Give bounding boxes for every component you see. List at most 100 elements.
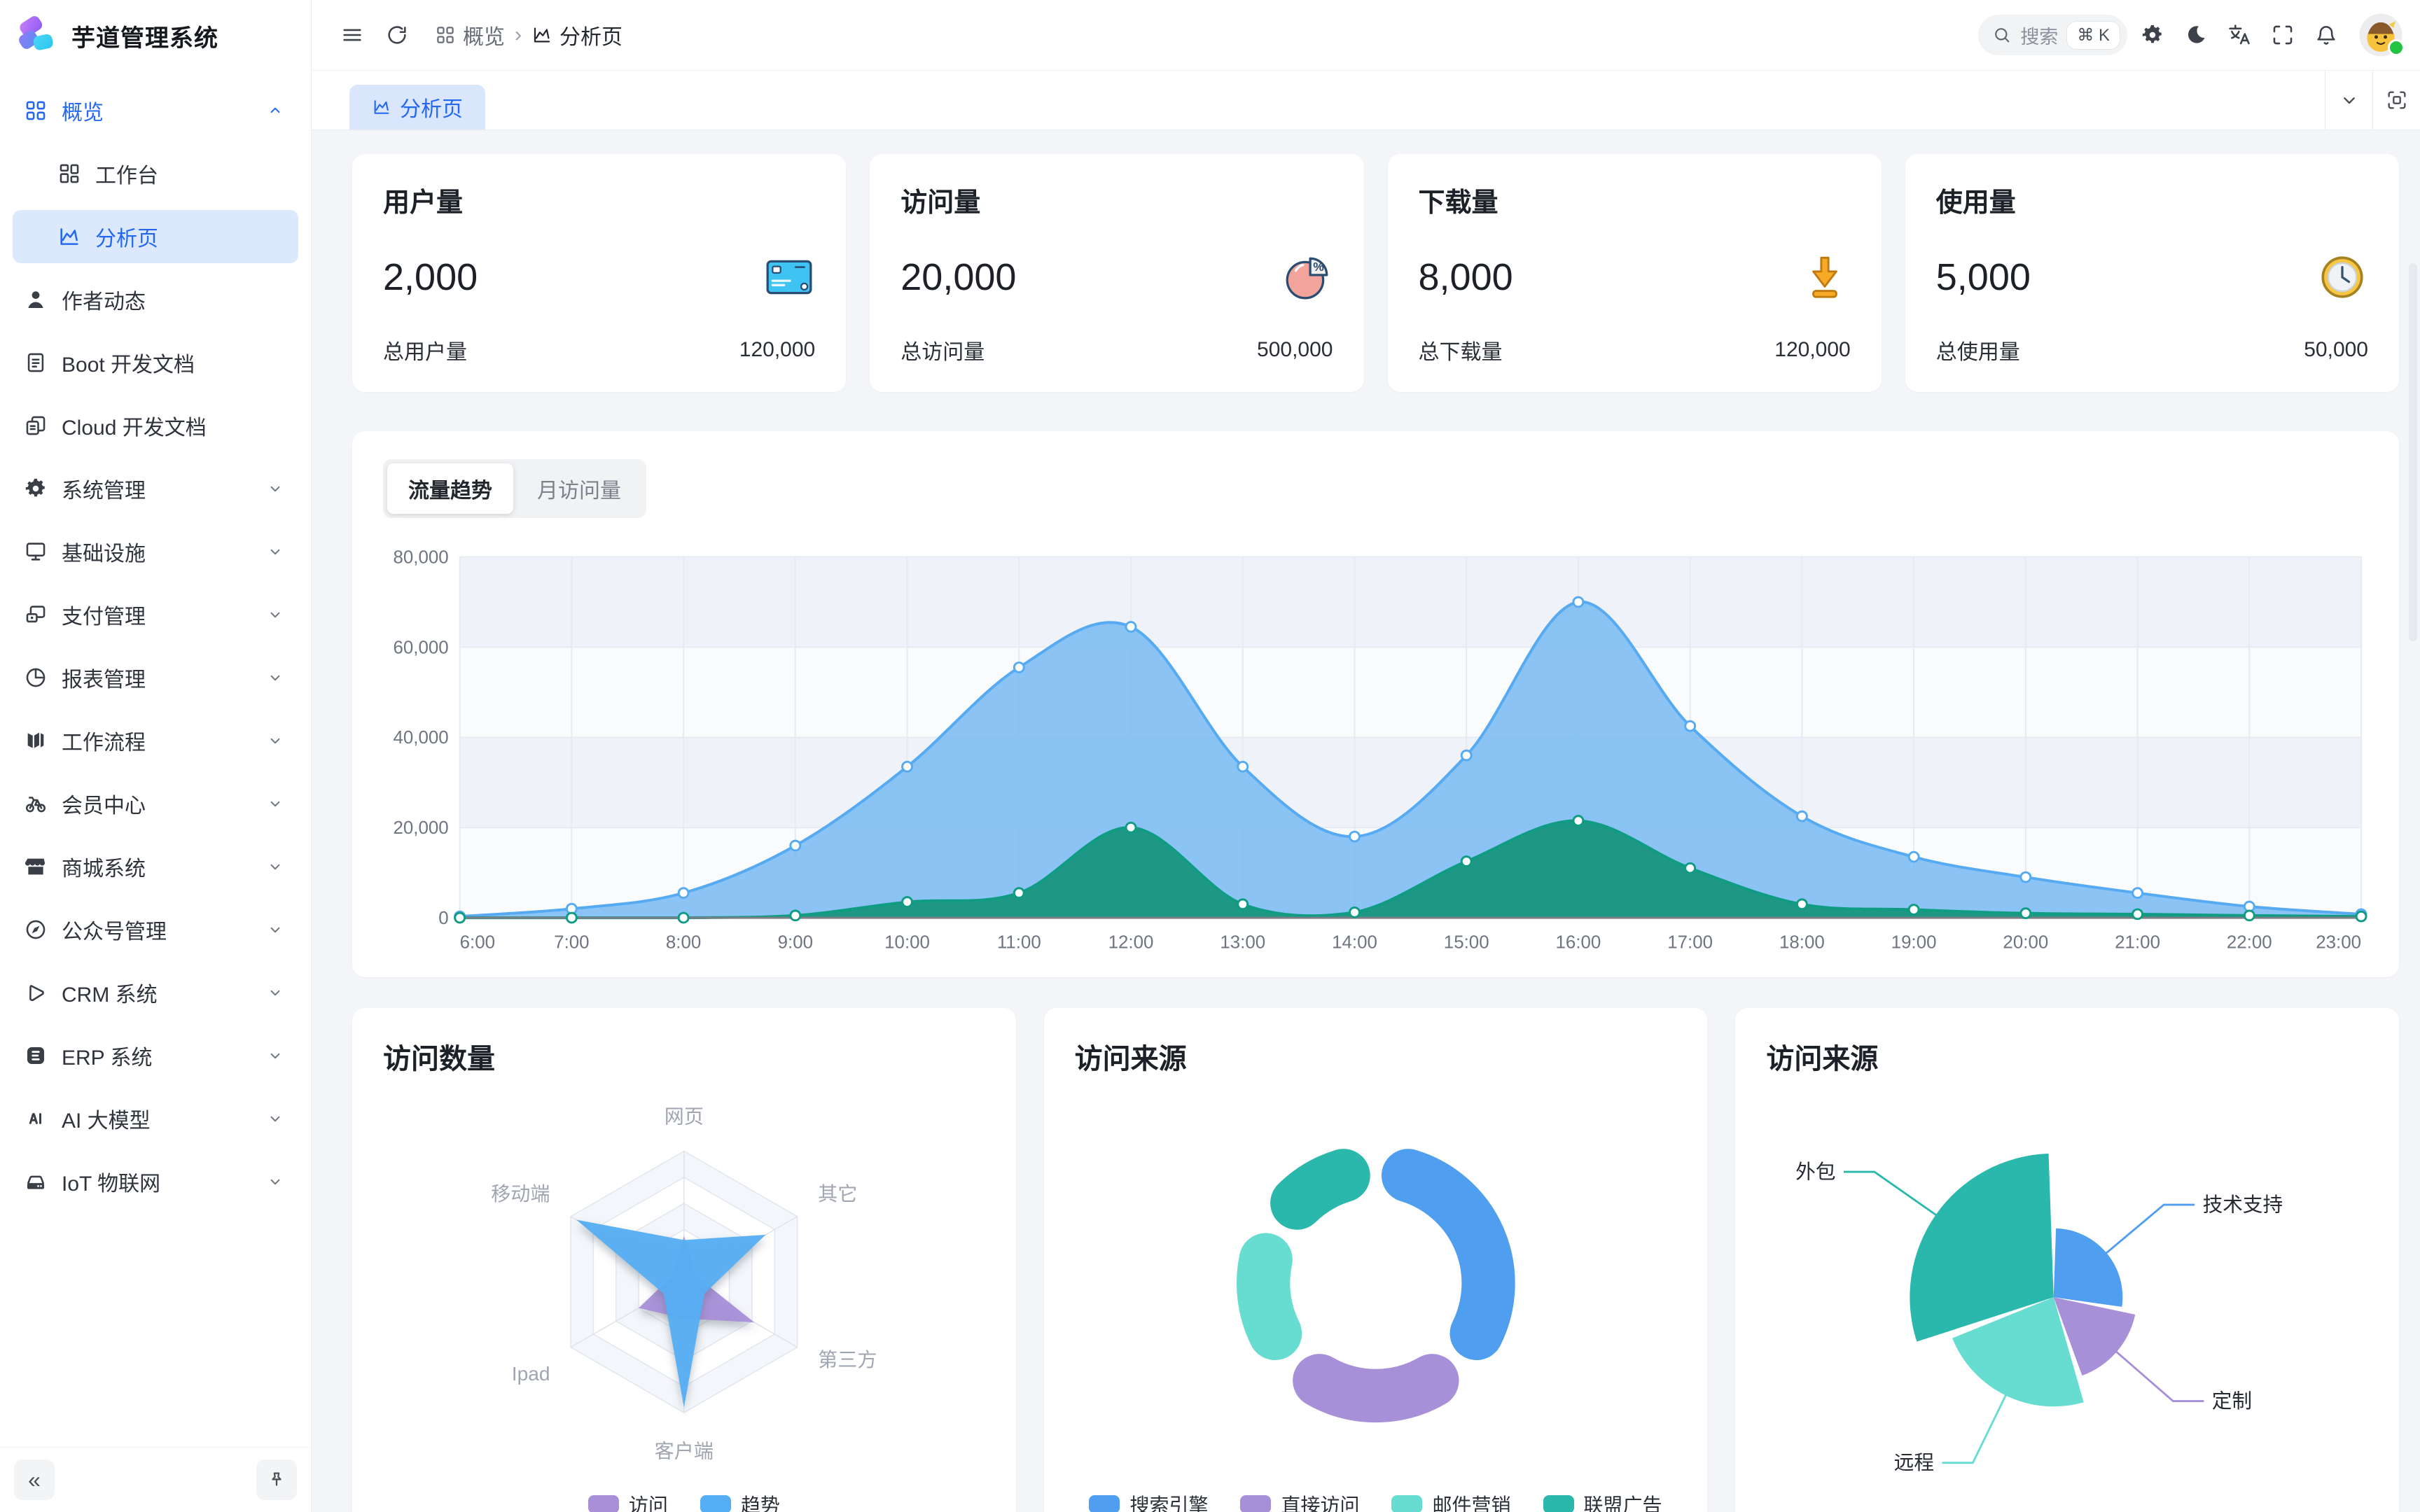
sidebar-item-label: 作者动态 bbox=[62, 284, 146, 315]
chart-icon bbox=[57, 225, 81, 248]
legend-item-邮件营销[interactable]: 邮件营销 bbox=[1391, 1490, 1510, 1512]
settings-button[interactable] bbox=[2133, 15, 2172, 55]
sidebar-item-erp-系统[interactable]: ERP 系统 bbox=[13, 1029, 298, 1082]
chart-tab-流量趋势[interactable]: 流量趋势 bbox=[387, 463, 513, 514]
fullscreen-button[interactable] bbox=[2263, 15, 2302, 55]
notifications-button[interactable] bbox=[2307, 15, 2346, 55]
legend-item-访问[interactable]: 访问 bbox=[588, 1490, 668, 1512]
sidebar-item-商城系统[interactable]: 商城系统 bbox=[13, 840, 298, 893]
report-icon bbox=[24, 666, 48, 690]
sidebar-item-iot-物联网[interactable]: IoT 物联网 bbox=[13, 1155, 298, 1208]
search-icon bbox=[1992, 25, 2012, 45]
svg-text:16:00: 16:00 bbox=[1556, 933, 1601, 953]
svg-text:技术支持: 技术支持 bbox=[2203, 1194, 2283, 1217]
sidebar-item-报表管理[interactable]: 报表管理 bbox=[13, 651, 298, 704]
tab-analysis-page[interactable]: 分析页 bbox=[349, 85, 485, 130]
sidebar-item-crm-系统[interactable]: CRM 系统 bbox=[13, 966, 298, 1019]
stat-title: 下载量 bbox=[1419, 181, 1851, 219]
svg-text:6:00: 6:00 bbox=[460, 933, 495, 953]
chart-icon bbox=[531, 24, 552, 46]
sidebar-item-工作流程[interactable]: 工作流程 bbox=[13, 714, 298, 767]
chevron-down-icon bbox=[263, 732, 287, 750]
sidebar-item-概览[interactable]: 概览 bbox=[13, 84, 298, 137]
sidebar-item-系统管理[interactable]: 系统管理 bbox=[13, 462, 298, 515]
grid-icon bbox=[435, 24, 456, 46]
chart-tab-月访问量[interactable]: 月访问量 bbox=[516, 463, 642, 514]
language-button[interactable] bbox=[2220, 15, 2259, 55]
legend-swatch bbox=[1543, 1495, 1574, 1512]
payment-icon bbox=[24, 603, 48, 626]
shop-icon bbox=[24, 855, 48, 878]
svg-text:7:00: 7:00 bbox=[554, 933, 589, 953]
chevron-down-icon bbox=[263, 668, 287, 687]
stat-footer-label: 总使用量 bbox=[1936, 335, 2020, 365]
content-scrollbar[interactable] bbox=[2409, 263, 2417, 1506]
sidebar-item-支付管理[interactable]: 支付管理 bbox=[13, 588, 298, 641]
svg-text:10:00: 10:00 bbox=[884, 933, 930, 953]
stat-value: 5,000 bbox=[1936, 255, 2031, 299]
sidebar-nav: 概览工作台分析页作者动态 Boot 开发文档 Cloud 开发文档系统管理基础设施支… bbox=[0, 67, 311, 1447]
sidebar-item-label: CRM 系统 bbox=[62, 977, 158, 1008]
sidebar: 芋道管理系统 概览工作台分析页作者动态 Boot 开发文档 Cloud 开发文档系统… bbox=[0, 0, 312, 1512]
sidebar-item-boot-开发文档[interactable]: Boot 开发文档 bbox=[13, 336, 298, 389]
svg-text:20,000: 20,000 bbox=[393, 818, 448, 838]
sidebar-item-工作台[interactable]: 工作台 bbox=[13, 147, 298, 200]
app-logo[interactable]: 芋道管理系统 bbox=[0, 0, 311, 67]
sidebar-item-ai-大模型[interactable]: AI 大模型 bbox=[13, 1092, 298, 1145]
sidebar-item-label: 系统管理 bbox=[62, 473, 146, 504]
breadcrumb-item[interactable]: 分析页 bbox=[531, 20, 623, 50]
crm-icon bbox=[24, 981, 48, 1004]
svg-text:远程: 远程 bbox=[1894, 1452, 1934, 1474]
sidebar-item-分析页[interactable]: 分析页 bbox=[13, 210, 298, 263]
main-area: 概览›分析页 搜索 ⌘ K 分析页 用户量 2,000 总用 bbox=[312, 0, 2420, 1512]
stat-footer-value: 120,000 bbox=[1774, 338, 1850, 362]
sidebar-item-label: 分析页 bbox=[95, 221, 158, 252]
search-input[interactable]: 搜索 ⌘ K bbox=[1978, 15, 2127, 55]
app-title: 芋道管理系统 bbox=[71, 19, 218, 53]
grid-icon bbox=[24, 99, 48, 122]
svg-text:22:00: 22:00 bbox=[2227, 933, 2272, 953]
svg-text:23:00: 23:00 bbox=[2316, 933, 2361, 953]
stat-card-用户量: 用户量 2,000 总用户量120,000 bbox=[352, 154, 846, 392]
breadcrumb-item[interactable]: 概览 bbox=[435, 20, 505, 50]
refresh-icon bbox=[385, 23, 409, 47]
sidebar-item-作者动态[interactable]: 作者动态 bbox=[13, 273, 298, 326]
pin-icon bbox=[266, 1469, 287, 1490]
sidebar-pin-button[interactable] bbox=[256, 1460, 297, 1500]
sidebar-item-会员中心[interactable]: 会员中心 bbox=[13, 777, 298, 830]
svg-text:移动端: 移动端 bbox=[491, 1183, 550, 1205]
tab-label: 分析页 bbox=[400, 92, 463, 122]
sidebar-item-cloud-开发文档[interactable]: Cloud 开发文档 bbox=[13, 399, 298, 452]
legend-item-趋势[interactable]: 趋势 bbox=[700, 1490, 780, 1512]
translate-icon bbox=[2227, 23, 2251, 47]
sidebar-collapse-button[interactable]: « bbox=[14, 1460, 55, 1500]
svg-text:第三方: 第三方 bbox=[818, 1349, 877, 1371]
stat-footer-value: 120,000 bbox=[739, 338, 815, 362]
content-fullscreen-button[interactable] bbox=[2372, 71, 2420, 130]
search-placeholder: 搜索 bbox=[2020, 22, 2058, 49]
sidebar-item-基础设施[interactable]: 基础设施 bbox=[13, 525, 298, 578]
svg-text:21:00: 21:00 bbox=[2115, 933, 2160, 953]
donut-legend: 搜索引擎 直接访问 邮件营销 联盟广告 bbox=[1075, 1490, 1677, 1512]
top-header: 概览›分析页 搜索 ⌘ K bbox=[312, 0, 2420, 71]
svg-text:客户端: 客户端 bbox=[655, 1440, 714, 1462]
svg-text:9:00: 9:00 bbox=[778, 933, 813, 953]
chevron-down-icon bbox=[263, 606, 287, 624]
sidebar-item-公众号管理[interactable]: 公众号管理 bbox=[13, 903, 298, 956]
theme-dark-toggle-button[interactable] bbox=[2176, 15, 2216, 55]
svg-text:80,000: 80,000 bbox=[393, 548, 448, 568]
stat-card-访问量: 访问量 20,000 % 总访问量500,000 bbox=[870, 154, 1363, 392]
sidebar-item-label: 报表管理 bbox=[62, 662, 146, 693]
user-avatar[interactable] bbox=[2358, 13, 2403, 57]
menu-toggle-button[interactable] bbox=[333, 15, 372, 55]
chevron-down-icon bbox=[263, 479, 287, 498]
tabs-dropdown-button[interactable] bbox=[2325, 71, 2372, 130]
sidebar-item-label: 基础设施 bbox=[62, 536, 146, 567]
chevron-down-icon bbox=[263, 1172, 287, 1191]
legend-item-搜索引擎[interactable]: 搜索引擎 bbox=[1089, 1490, 1208, 1512]
refresh-button[interactable] bbox=[377, 15, 417, 55]
legend-item-直接访问[interactable]: 直接访问 bbox=[1240, 1490, 1359, 1512]
gear-icon bbox=[24, 477, 48, 500]
svg-text:17:00: 17:00 bbox=[1667, 933, 1713, 953]
legend-item-联盟广告[interactable]: 联盟广告 bbox=[1543, 1490, 1662, 1512]
